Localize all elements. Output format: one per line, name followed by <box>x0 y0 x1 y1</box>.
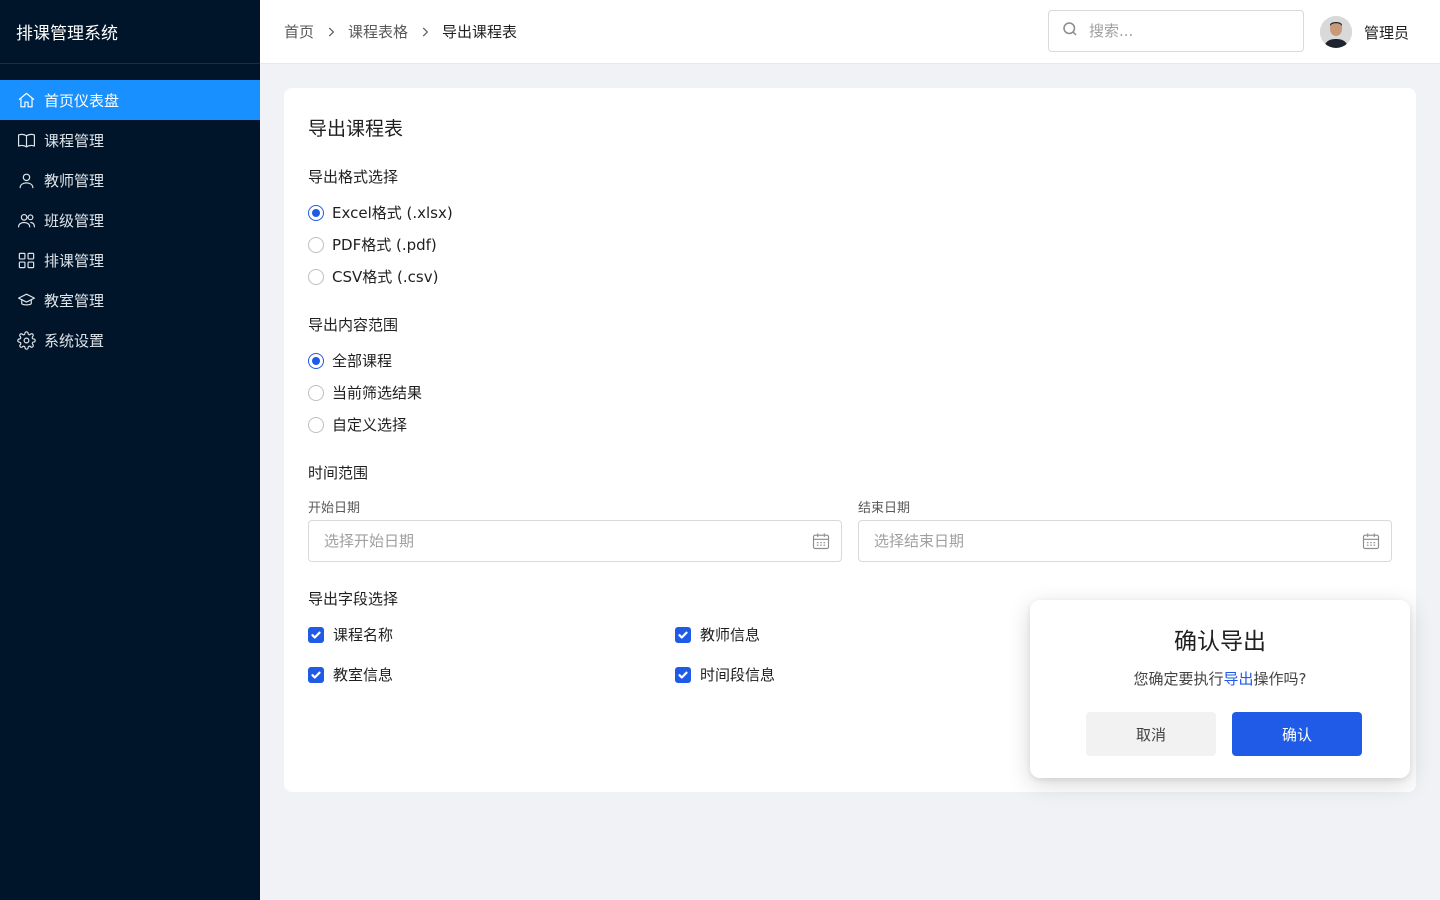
sidebar-item-courses[interactable]: 课程管理 <box>0 120 260 160</box>
start-date-field[interactable] <box>308 520 842 562</box>
breadcrumb: 首页 课程表格 导出课程表 <box>260 21 517 42</box>
checkbox[interactable] <box>675 666 691 683</box>
avatar[interactable] <box>1320 16 1352 48</box>
scope-section-label: 导出内容范围 <box>308 316 399 334</box>
sidebar-item-label: 课程管理 <box>44 131 105 150</box>
dialog-message-suffix: 操作吗? <box>1253 670 1307 688</box>
checkbox[interactable] <box>308 666 324 683</box>
calendar-icon[interactable] <box>1361 531 1381 551</box>
search-box[interactable] <box>1048 10 1304 52</box>
format-option-pdf[interactable]: PDF格式 (.pdf) <box>308 234 437 255</box>
sidebar-item-settings[interactable]: 系统设置 <box>0 320 260 360</box>
radio-button[interactable] <box>308 268 324 285</box>
radio-button[interactable] <box>308 352 324 369</box>
sidebar-item-dashboard[interactable]: 首页仪表盘 <box>0 80 260 120</box>
users-icon <box>16 210 36 230</box>
time-range-label: 时间范围 <box>308 464 369 482</box>
chevron-right-icon <box>324 25 338 39</box>
sidebar-item-label: 班级管理 <box>44 211 105 230</box>
radio-button[interactable] <box>308 236 324 253</box>
scope-option-custom[interactable]: 自定义选择 <box>308 414 407 435</box>
cancel-button[interactable]: 取消 <box>1086 712 1216 756</box>
radio-label: PDF格式 (.pdf) <box>332 236 437 254</box>
scope-option-all[interactable]: 全部课程 <box>308 350 392 371</box>
end-date-field[interactable] <box>858 520 1392 562</box>
radio-label: 当前筛选结果 <box>332 384 423 402</box>
grid-icon <box>16 250 36 270</box>
field-option-classroom[interactable]: 教室信息 <box>308 664 393 685</box>
checkbox-label: 时间段信息 <box>700 666 776 684</box>
radio-label: 自定义选择 <box>332 416 408 434</box>
checkbox-label: 课程名称 <box>333 626 394 644</box>
user-name[interactable]: 管理员 <box>1364 22 1409 43</box>
sidebar-item-label: 教室管理 <box>44 291 105 310</box>
format-option-excel[interactable]: Excel格式 (.xlsx) <box>308 202 453 223</box>
sidebar-item-label: 排课管理 <box>44 251 105 270</box>
sidebar-item-classrooms[interactable]: 教室管理 <box>0 280 260 320</box>
home-icon <box>16 90 36 110</box>
chevron-right-icon <box>418 25 432 39</box>
checkbox[interactable] <box>675 626 691 643</box>
dialog-message-prefix: 您确定要执行 <box>1133 670 1224 688</box>
top-header: 首页 课程表格 导出课程表 管理员 <box>260 0 1440 64</box>
check-icon <box>678 631 688 639</box>
breadcrumb-course-table[interactable]: 课程表格 <box>348 21 408 42</box>
confirm-export-dialog: 确认导出 您确定要执行导出操作吗? 取消 确认 <box>1030 600 1410 778</box>
radio-button[interactable] <box>308 384 324 401</box>
sidebar-item-label: 教师管理 <box>44 171 105 190</box>
check-icon <box>311 631 321 639</box>
sidebar: 排课管理系统 首页仪表盘 课程管理 教师管理 班级管理 排课管理 教室管理 系统… <box>0 0 260 900</box>
scope-option-filtered[interactable]: 当前筛选结果 <box>308 382 422 403</box>
field-option-timeslot[interactable]: 时间段信息 <box>675 664 775 685</box>
user-menu[interactable]: 管理员 <box>1320 16 1409 48</box>
radio-button[interactable] <box>308 416 324 433</box>
page-title: 导出课程表 <box>308 118 404 140</box>
search-input[interactable] <box>1089 22 1289 40</box>
field-option-teacher[interactable]: 教师信息 <box>675 624 760 645</box>
dialog-title: 确认导出 <box>1174 629 1266 655</box>
app-title: 排课管理系统 <box>0 0 260 64</box>
check-icon <box>678 671 688 679</box>
radio-label: CSV格式 (.csv) <box>332 268 439 286</box>
format-section-label: 导出格式选择 <box>308 168 399 186</box>
confirm-button[interactable]: 确认 <box>1232 712 1362 756</box>
radio-button[interactable] <box>308 204 324 221</box>
checkbox-label: 教师信息 <box>700 626 761 644</box>
start-date-label: 开始日期 <box>308 501 361 516</box>
end-date-label: 结束日期 <box>858 501 911 516</box>
field-option-course-name[interactable]: 课程名称 <box>308 624 393 645</box>
user-icon <box>16 170 36 190</box>
dialog-message: 您确定要执行导出操作吗? <box>1030 668 1410 689</box>
breadcrumb-home[interactable]: 首页 <box>284 21 314 42</box>
fields-section-label: 导出字段选择 <box>308 590 399 608</box>
sidebar-item-label: 首页仪表盘 <box>44 91 120 110</box>
checkbox-label: 教室信息 <box>333 666 394 684</box>
sidebar-item-scheduling[interactable]: 排课管理 <box>0 240 260 280</box>
sidebar-item-teachers[interactable]: 教师管理 <box>0 160 260 200</box>
check-icon <box>311 671 321 679</box>
checkbox[interactable] <box>308 626 324 643</box>
breadcrumb-current: 导出课程表 <box>442 23 518 41</box>
radio-label: 全部课程 <box>332 352 393 370</box>
gear-icon <box>16 330 36 350</box>
calendar-icon[interactable] <box>811 531 831 551</box>
start-date-input[interactable] <box>324 532 794 550</box>
graduation-cap-icon <box>16 290 36 310</box>
sidebar-menu: 首页仪表盘 课程管理 教师管理 班级管理 排课管理 教室管理 系统设置 <box>0 80 260 360</box>
search-icon <box>1061 20 1079 42</box>
book-icon <box>16 130 36 150</box>
sidebar-item-classes[interactable]: 班级管理 <box>0 200 260 240</box>
sidebar-item-label: 系统设置 <box>44 331 105 350</box>
radio-label: Excel格式 (.xlsx) <box>332 204 453 222</box>
end-date-input[interactable] <box>874 532 1344 550</box>
format-option-csv[interactable]: CSV格式 (.csv) <box>308 266 438 287</box>
dialog-message-action: 导出 <box>1223 670 1254 688</box>
